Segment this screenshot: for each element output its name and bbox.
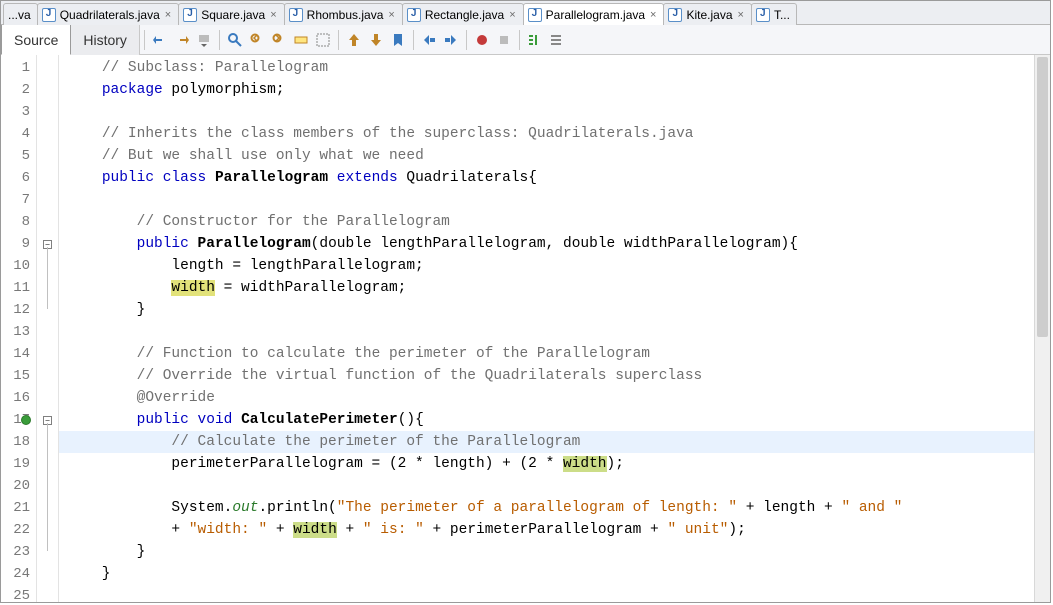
toggle-rect-select-button[interactable] [313, 30, 333, 50]
java-file-icon [183, 8, 197, 22]
fold-gutter[interactable]: −− [37, 55, 59, 602]
toolbar-separator [466, 30, 467, 50]
toolbar-separator [219, 30, 220, 50]
next-bookmark-button[interactable] [366, 30, 386, 50]
dropdown-button[interactable] [194, 30, 214, 50]
java-file-icon [528, 8, 542, 22]
file-tab-overflow-right[interactable]: T... [751, 3, 797, 25]
find-prev-button[interactable] [247, 30, 267, 50]
close-icon[interactable]: × [387, 9, 395, 21]
comment-button[interactable] [525, 30, 545, 50]
java-file-icon [289, 8, 303, 22]
find-selection-button[interactable] [225, 30, 245, 50]
file-tab-overflow-left[interactable]: ...va [3, 3, 38, 25]
toolbar-separator [413, 30, 414, 50]
file-tab-quadrilaterals[interactable]: Quadrilaterals.java × [37, 3, 180, 25]
close-icon[interactable]: × [508, 9, 516, 21]
file-tab-kite[interactable]: Kite.java × [663, 3, 751, 25]
file-tab-rhombus[interactable]: Rhombus.java × [284, 3, 403, 25]
editor-frame: ...va Quadrilaterals.java × Square.java … [0, 0, 1051, 603]
tab-label: ...va [8, 8, 31, 22]
tab-label: Rhombus.java [307, 8, 384, 22]
macro-record-button[interactable] [472, 30, 492, 50]
prev-bookmark-button[interactable] [344, 30, 364, 50]
file-tab-rectangle[interactable]: Rectangle.java × [402, 3, 524, 25]
find-next-button[interactable] [269, 30, 289, 50]
mode-tab-history[interactable]: History [71, 25, 140, 55]
file-tab-square[interactable]: Square.java × [178, 3, 284, 25]
toggle-bookmark-button[interactable] [388, 30, 408, 50]
code-editor[interactable]: // Subclass: Parallelogram package polym… [59, 55, 1034, 602]
vertical-scrollbar[interactable] [1034, 55, 1050, 602]
java-file-icon [756, 8, 770, 22]
tab-label: Quadrilaterals.java [60, 8, 160, 22]
close-icon[interactable]: × [737, 9, 745, 21]
java-file-icon [407, 8, 421, 22]
forward-button[interactable] [172, 30, 192, 50]
code-area: 1234567891011121314151617181920212223242… [1, 55, 1050, 602]
close-icon[interactable]: × [164, 9, 172, 21]
tab-label: Parallelogram.java [546, 8, 645, 22]
mode-tab-source[interactable]: Source [1, 25, 71, 55]
uncomment-button[interactable] [547, 30, 567, 50]
java-file-icon [42, 8, 56, 22]
scrollbar-thumb[interactable] [1037, 57, 1048, 337]
file-tab-strip: ...va Quadrilaterals.java × Square.java … [1, 1, 1050, 25]
toggle-highlight-button[interactable] [291, 30, 311, 50]
java-file-icon [668, 8, 682, 22]
tab-label: T... [774, 8, 790, 22]
last-edit-button[interactable] [150, 30, 170, 50]
close-icon[interactable]: × [649, 9, 657, 21]
shift-left-button[interactable] [419, 30, 439, 50]
toolbar-separator [519, 30, 520, 50]
shift-right-button[interactable] [441, 30, 461, 50]
macro-stop-button[interactable] [494, 30, 514, 50]
tab-label: Kite.java [686, 8, 732, 22]
file-tab-parallelogram[interactable]: Parallelogram.java × [523, 3, 665, 25]
close-icon[interactable]: × [269, 9, 277, 21]
toolbar-separator [338, 30, 339, 50]
editor-toolbar-row: Source History [1, 25, 1050, 55]
tab-label: Rectangle.java [425, 8, 504, 22]
toolbar-separator [144, 30, 145, 50]
line-number-gutter[interactable]: 1234567891011121314151617181920212223242… [1, 55, 37, 602]
tab-label: Square.java [201, 8, 265, 22]
